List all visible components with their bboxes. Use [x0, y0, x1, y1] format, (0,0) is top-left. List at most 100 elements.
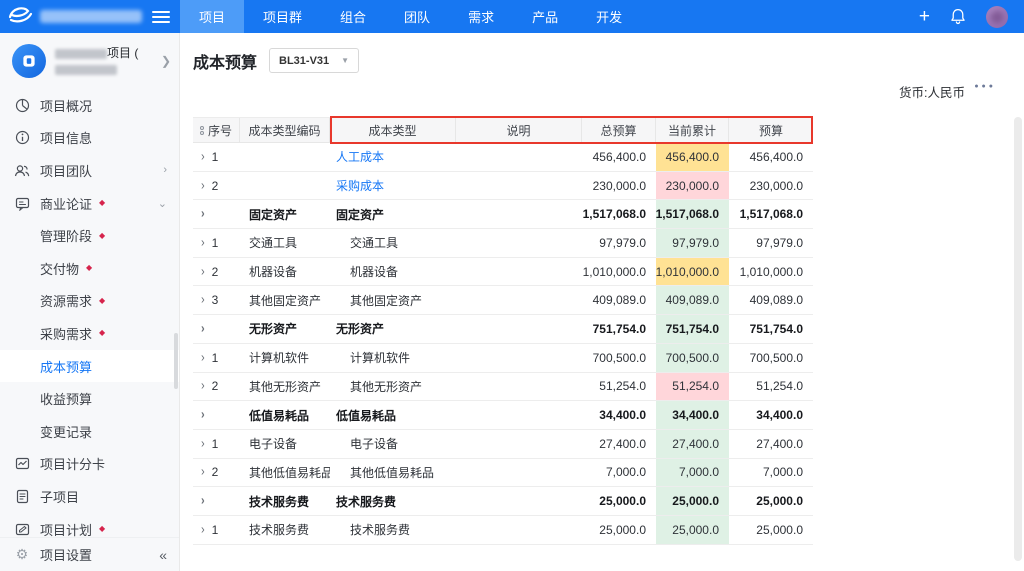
- user-avatar[interactable]: [986, 5, 1008, 28]
- more-options-icon[interactable]: ●●●: [974, 83, 996, 90]
- sidebar-item-资源需求[interactable]: 资源需求 ◆: [0, 285, 179, 318]
- description-cell: [456, 373, 582, 401]
- sidebar-item-商业论证[interactable]: 商业论证 ◆ ⌄: [0, 187, 179, 220]
- total-budget-cell: 1,010,000.0: [582, 264, 646, 279]
- column-header-成本类型编码: 成本类型编码: [240, 118, 330, 142]
- row-index-cell: › 2: [193, 373, 240, 401]
- nav-tab-开发[interactable]: 开发: [577, 0, 641, 33]
- column-header-预算: 预算: [729, 118, 813, 142]
- expand-row-icon[interactable]: ›: [201, 437, 205, 451]
- cost-type-cell[interactable]: 采购成本: [330, 172, 456, 200]
- description-cell: [456, 143, 582, 171]
- sidebar-item-label: 成本预算: [40, 359, 93, 375]
- expand-row-icon[interactable]: ›: [201, 293, 205, 307]
- table-header-row: 序号 成本类型编码 成本类型 说明 总预算 当前累计 预算: [193, 117, 813, 143]
- nav-tab-团队[interactable]: 团队: [385, 0, 449, 33]
- row-index: 2: [211, 264, 219, 279]
- red-diamond-icon: ◆: [99, 328, 106, 338]
- total-budget-cell: 456,400.0: [592, 149, 646, 164]
- sidebar-item-项目团队[interactable]: 项目团队 ›: [0, 154, 179, 187]
- sidebar-item-管理阶段[interactable]: 管理阶段 ◆: [0, 219, 179, 252]
- vertical-scrollbar[interactable]: [1014, 117, 1022, 561]
- nav-tab-组合[interactable]: 组合: [321, 0, 385, 33]
- expand-row-icon[interactable]: ›: [201, 494, 205, 508]
- expand-row-icon[interactable]: ›: [201, 379, 205, 393]
- description-cell: [456, 229, 582, 257]
- sidebar-item-交付物[interactable]: 交付物 ◆: [0, 252, 179, 285]
- brand-area: [0, 0, 180, 33]
- table-row: › 2 其他低值易耗品 其他低值易耗品 7,000.0 7,000.0 7,000.0: [193, 458, 813, 488]
- expand-row-icon[interactable]: ›: [201, 523, 205, 537]
- expand-row-icon[interactable]: ›: [201, 265, 205, 279]
- budget-cell: 456,400.0: [749, 149, 803, 164]
- cost-type-cell[interactable]: 人工成本: [330, 143, 456, 171]
- sidebar-item-收益预算[interactable]: 收益预算: [0, 382, 179, 415]
- cost-type-code-cell: 交通工具: [249, 236, 298, 251]
- expand-row-icon[interactable]: ›: [201, 179, 205, 193]
- row-index-cell: › 2: [193, 459, 240, 487]
- budget-version-value: BL31-V31: [279, 54, 330, 67]
- hamburger-menu-icon[interactable]: [152, 10, 170, 23]
- current-accumulated-cell: 97,979.0: [656, 229, 729, 257]
- chevron-right-icon[interactable]: ›: [163, 164, 167, 176]
- sidebar-item-项目概况[interactable]: 项目概况: [0, 89, 179, 122]
- cost-type-cell: 固定资产: [336, 207, 385, 222]
- expand-row-icon[interactable]: ›: [201, 408, 205, 422]
- chevron-right-icon[interactable]: ❯: [161, 54, 171, 68]
- nav-tab-产品[interactable]: 产品: [513, 0, 577, 33]
- project-name-suffix: 项目 (: [107, 46, 139, 60]
- expand-row-icon[interactable]: ›: [201, 466, 205, 480]
- sidebar-item-label: 项目计划: [40, 522, 93, 537]
- cost-type-code-cell: 低值易耗品: [249, 408, 310, 423]
- add-icon[interactable]: +: [919, 7, 930, 26]
- expand-row-icon[interactable]: ›: [201, 236, 205, 250]
- nav-tab-项目[interactable]: 项目: [180, 0, 245, 33]
- row-index: 2: [211, 379, 219, 394]
- total-budget-cell: 1,517,068.0: [582, 207, 646, 222]
- current-accumulated-cell: 700,500.0: [656, 343, 729, 372]
- total-budget-cell: 51,254.0: [599, 379, 646, 394]
- sidebar-item-项目计划[interactable]: 项目计划 ◆: [0, 513, 179, 537]
- collapse-sidebar-icon[interactable]: «: [159, 547, 167, 563]
- column-header-label: 总预算: [600, 123, 637, 138]
- nav-tab-需求[interactable]: 需求: [449, 0, 513, 33]
- cost-type-cell: 其他无形资产: [350, 379, 423, 394]
- budget-version-select[interactable]: BL31-V31 ▼: [269, 48, 360, 73]
- budget-cell: 1,517,068.0: [739, 207, 803, 222]
- budget-cell: 1,010,000.0: [739, 264, 803, 279]
- project-code-redacted: [55, 64, 117, 75]
- cost-type-code-cell: 机器设备: [249, 265, 298, 280]
- plan-icon: [14, 521, 30, 537]
- primary-nav: 项目 项目群 组合 团队 需求 产品 开发: [180, 0, 641, 33]
- column-header-序号: 序号: [193, 118, 240, 142]
- sidebar-scrollbar[interactable]: [174, 333, 178, 389]
- expand-row-icon[interactable]: ›: [201, 322, 205, 336]
- pie-chart-icon: [14, 97, 30, 113]
- expand-row-icon[interactable]: ›: [201, 351, 205, 365]
- nav-tab-项目群[interactable]: 项目群: [244, 0, 321, 33]
- cost-type-code-cell: [240, 143, 330, 171]
- budget-cell: 409,089.0: [749, 293, 803, 308]
- table-row: › 3 其他固定资产 其他固定资产 409,089.0 409,089.0 409,089.…: [193, 286, 813, 316]
- current-accumulated-cell: 27,400.0: [656, 429, 729, 458]
- info-icon: [14, 130, 30, 146]
- project-name-redacted: [55, 48, 107, 59]
- sidebar-item-成本预算[interactable]: 成本预算: [0, 349, 179, 383]
- brand-logo-icon: [8, 4, 34, 29]
- top-navigation-bar: 项目 项目群 组合 团队 需求 产品 开发 +: [0, 0, 1024, 33]
- notification-bell-icon[interactable]: [950, 8, 966, 25]
- column-header-label: 成本类型编码: [248, 123, 321, 138]
- row-index-cell: › 3: [193, 286, 240, 314]
- sidebar-item-采购需求[interactable]: 采购需求 ◆: [0, 317, 179, 350]
- sidebar-item-项目信息[interactable]: 项目信息: [0, 122, 179, 155]
- sidebar-item-变更记录[interactable]: 变更记录: [0, 415, 179, 448]
- sidebar-item-label: 收益预算: [40, 392, 93, 408]
- chevron-down-icon[interactable]: ⌄: [158, 197, 167, 210]
- total-budget-cell: 27,400.0: [599, 436, 646, 451]
- expand-row-icon[interactable]: ›: [201, 207, 205, 221]
- sidebar-item-project-settings[interactable]: ⚙ 项目设置 «: [0, 537, 179, 571]
- expand-row-icon[interactable]: ›: [201, 150, 205, 164]
- sidebar-item-项目计分卡[interactable]: 项目计分卡: [0, 448, 179, 481]
- project-switcher[interactable]: 项目 ( ❯: [0, 33, 179, 89]
- sidebar-item-子项目[interactable]: 子项目: [0, 480, 179, 513]
